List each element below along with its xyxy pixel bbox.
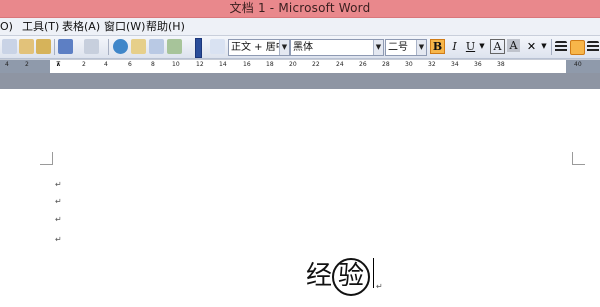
ruler-label: 24 xyxy=(336,61,344,68)
menu-item-table[interactable]: 表格(A) xyxy=(62,18,100,35)
ruler-label: 2 xyxy=(82,61,86,68)
undo-icon[interactable] xyxy=(58,39,73,54)
paragraph-mark: ↵ xyxy=(376,282,383,291)
ruler-label: 28 xyxy=(382,61,390,68)
ruler-label: 20 xyxy=(289,61,297,68)
text-cursor xyxy=(373,258,374,288)
chevron-down-icon[interactable]: ▼ xyxy=(373,40,383,55)
hyperlink-icon[interactable] xyxy=(113,39,128,54)
document-text[interactable]: 经验 xyxy=(306,255,371,296)
document-page[interactable] xyxy=(0,89,600,307)
underline-button[interactable]: U xyxy=(463,39,478,54)
char-shading-button[interactable]: A xyxy=(507,39,520,52)
ruler-label: 8 xyxy=(151,61,155,68)
menu-item-tools[interactable]: 工具(T) xyxy=(22,18,59,35)
toolbar-separator xyxy=(551,39,552,55)
ruler-label: 26 xyxy=(359,61,367,68)
horizontal-ruler[interactable]: 4 2 ⊼ 2 4 6 8 10 12 14 16 18 20 22 24 26… xyxy=(0,59,600,74)
ruler-label: 40 xyxy=(574,61,582,68)
ruler-label: 36 xyxy=(474,61,482,68)
menu-item-help[interactable]: 帮助(H) xyxy=(146,18,185,35)
font-size-dropdown[interactable]: 二号 ▼ xyxy=(385,39,427,56)
ruler-label: 4 xyxy=(5,61,9,68)
paragraph-mark: ↵ xyxy=(55,180,62,189)
insert-excel-icon[interactable] xyxy=(167,39,182,54)
align-left-icon[interactable] xyxy=(555,41,567,53)
ruler-label: 38 xyxy=(497,61,505,68)
ruler-label: 18 xyxy=(266,61,274,68)
paragraph-mark: ↵ xyxy=(55,197,62,206)
tables-borders-icon[interactable] xyxy=(131,39,146,54)
menu-item-window[interactable]: 窗口(W) xyxy=(104,18,145,35)
style-value: 正文 + 居中 xyxy=(231,42,286,53)
toolbar-separator xyxy=(108,39,109,55)
bold-button[interactable]: B xyxy=(430,39,445,54)
styles-formatting-icon[interactable] xyxy=(210,39,225,54)
toolbar-grip[interactable] xyxy=(195,38,202,58)
ruler-label: 2 xyxy=(25,61,29,68)
ruler-label: 10 xyxy=(172,61,180,68)
align-center-icon[interactable] xyxy=(570,40,585,55)
paste-icon[interactable] xyxy=(19,39,34,54)
ruler-label: 30 xyxy=(405,61,413,68)
window-title: 文档 1 - Microsoft Word xyxy=(229,1,371,15)
indent-marker[interactable]: ⊼ xyxy=(56,61,61,68)
copy-icon[interactable] xyxy=(2,39,17,54)
ruler-margin-right xyxy=(566,60,600,73)
chevron-down-icon[interactable]: ▼ xyxy=(279,40,289,55)
menu-item-partial[interactable]: O) xyxy=(0,18,13,35)
font-dropdown[interactable]: 黑体 ▼ xyxy=(290,39,384,56)
font-size-value: 二号 xyxy=(388,42,408,53)
font-value: 黑体 xyxy=(293,42,313,53)
enclosed-character: 验 xyxy=(332,257,371,296)
chevron-down-icon[interactable]: ▼ xyxy=(478,39,486,54)
formatting-toolbar: 正文 + 居中 ▼ 黑体 ▼ 二号 ▼ B I U ▼ A A ✕ ▼ xyxy=(0,36,600,59)
toolbar-separator xyxy=(54,39,55,55)
title-bar: 文档 1 - Microsoft Word xyxy=(0,0,600,18)
page-gap xyxy=(0,73,600,89)
ruler-label: 16 xyxy=(243,61,251,68)
redo-icon[interactable] xyxy=(84,39,99,54)
ruler-label: 32 xyxy=(428,61,436,68)
insert-table-icon[interactable] xyxy=(149,39,164,54)
ruler-label: 22 xyxy=(312,61,320,68)
ruler-label: 34 xyxy=(451,61,459,68)
ruler-label: 4 xyxy=(104,61,108,68)
ruler-label: 6 xyxy=(128,61,132,68)
chevron-down-icon[interactable]: ▼ xyxy=(416,40,426,55)
char-border-button[interactable]: A xyxy=(490,39,505,54)
char-scaling-icon[interactable]: ✕ xyxy=(524,39,539,54)
style-dropdown[interactable]: 正文 + 居中 ▼ xyxy=(228,39,290,56)
menu-bar: O) 工具(T) 表格(A) 窗口(W) 帮助(H) xyxy=(0,18,600,36)
paragraph-mark: ↵ xyxy=(55,215,62,224)
italic-button[interactable]: I xyxy=(447,39,462,54)
paragraph-mark: ↵ xyxy=(55,235,62,244)
ruler-label: 14 xyxy=(219,61,227,68)
ruler-label: 12 xyxy=(196,61,204,68)
align-right-icon[interactable] xyxy=(587,41,599,53)
margin-corner-right xyxy=(572,152,585,165)
chevron-down-icon[interactable]: ▼ xyxy=(540,39,548,54)
margin-corner-left xyxy=(40,152,53,165)
text-char: 经 xyxy=(306,261,333,291)
format-painter-icon[interactable] xyxy=(36,39,51,54)
